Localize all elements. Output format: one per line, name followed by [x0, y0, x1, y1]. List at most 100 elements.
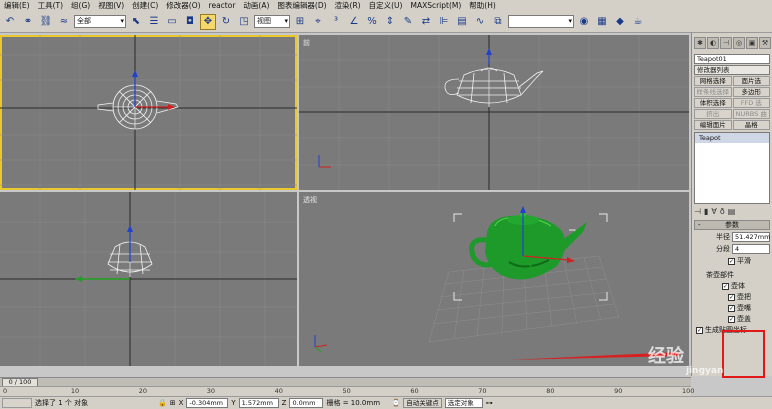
mirror-icon[interactable]: ⇄	[418, 14, 434, 30]
hierarchy-tab-icon[interactable]: ⊣	[720, 37, 732, 49]
unlink-icon[interactable]: ⛓	[38, 14, 54, 30]
track-bar-tick-label: 50	[342, 387, 351, 395]
select-rotate-icon[interactable]: ↻	[218, 14, 234, 30]
viewport-left[interactable]	[0, 192, 297, 366]
part-lid-checkbox[interactable]: ✓ 壶盖	[728, 314, 772, 324]
menu-item[interactable]: 组(G)	[67, 0, 94, 11]
create-tab-icon[interactable]: ✱	[694, 37, 706, 49]
track-bar-tick-label: 0	[3, 387, 8, 395]
parameters-rollout-header[interactable]: 参数	[694, 220, 770, 230]
spinner-snap-icon[interactable]: ⇕	[382, 14, 398, 30]
menu-item[interactable]: 视图(V)	[94, 0, 128, 11]
x-coord-input[interactable]: -0.304mm	[186, 398, 229, 408]
menu-item[interactable]: reactor	[205, 0, 240, 11]
z-coord-input[interactable]: 0.0mm	[289, 398, 324, 408]
spline-select-button[interactable]: 样条线选择	[694, 87, 732, 97]
named-selection-icon[interactable]: ✎	[400, 14, 416, 30]
link-icon[interactable]: ⚭	[20, 14, 36, 30]
stack-item-teapot[interactable]: Teapot	[695, 133, 769, 143]
select-scale-icon[interactable]: ◳	[236, 14, 252, 30]
command-panel: ✱ ◐ ⊣ ◎ ▣ ⚒ Teapot01 修改器列表 网格选择 面片选 样条线选…	[691, 33, 772, 376]
maxscript-listener-mini[interactable]	[2, 398, 32, 408]
named-selection-set-select[interactable]	[508, 15, 574, 28]
menu-item[interactable]: 图表编辑器(D)	[273, 0, 330, 11]
make-unique-icon[interactable]: ∀	[711, 207, 716, 216]
menu-item[interactable]: 创建(C)	[128, 0, 162, 11]
menu-item[interactable]: 工具(T)	[34, 0, 67, 11]
menu-item[interactable]: 自定义(U)	[365, 0, 407, 11]
time-tag-icon[interactable]: ⌚	[391, 399, 400, 407]
display-tab-icon[interactable]: ▣	[746, 37, 758, 49]
part-handle-checkbox[interactable]: ✓ 壶把	[728, 292, 772, 302]
material-editor-icon[interactable]: ◉	[576, 14, 592, 30]
reference-coord-select[interactable]: 视图	[254, 15, 290, 28]
motion-tab-icon[interactable]: ◎	[733, 37, 745, 49]
part-spout-checkbox[interactable]: ✓ 壶嘴	[728, 303, 772, 313]
z-coord-label: Z	[281, 399, 287, 407]
track-bar-tick-label: 70	[478, 387, 487, 395]
radius-input[interactable]: 51.427mm	[732, 232, 770, 242]
pin-stack-icon[interactable]: ⊣	[694, 207, 701, 216]
viewport-perspective[interactable]: 透视	[299, 192, 689, 366]
menu-item[interactable]: 帮助(H)	[465, 0, 500, 11]
pivot-center-icon[interactable]: ⊞	[292, 14, 308, 30]
mesh-select-button[interactable]: 网格选择	[694, 76, 732, 86]
modify-tab-icon[interactable]: ◐	[707, 37, 719, 49]
bind-space-warp-icon[interactable]: ≈	[56, 14, 72, 30]
edit-patch-button[interactable]: 编辑面片	[694, 120, 732, 130]
viewport-front[interactable]: 前	[299, 35, 689, 190]
track-bar[interactable]: 0 10 20 30 40 50 60 70 80 90 100	[0, 386, 694, 396]
viewport-top[interactable]	[0, 35, 297, 190]
auto-key-button[interactable]: 自动关键点	[403, 398, 442, 408]
object-name-field[interactable]: Teapot01	[694, 54, 770, 64]
select-object-icon[interactable]: ⬉	[128, 14, 144, 30]
modifier-list-select[interactable]: 修改器列表	[694, 65, 770, 75]
ffd-select-button[interactable]: FFD 选	[732, 98, 770, 108]
lattice-button[interactable]: 晶格	[732, 120, 770, 130]
y-coord-input[interactable]: 1.572mm	[238, 398, 279, 408]
render-frame-icon[interactable]: ◆	[612, 14, 628, 30]
patch-select-button[interactable]: 面片选	[732, 76, 770, 86]
undo-icon[interactable]: ↶	[2, 14, 18, 30]
extrude-button[interactable]: 挤出	[694, 109, 732, 119]
menu-item[interactable]: 修改器(O)	[162, 0, 204, 11]
volume-select-button[interactable]: 体积选择	[694, 98, 732, 108]
remove-modifier-icon[interactable]: ð	[720, 207, 725, 216]
percent-snap-icon[interactable]: %	[364, 14, 380, 30]
angle-snap-icon[interactable]: ∠	[346, 14, 362, 30]
part-body-checkbox[interactable]: ✓ 壶体	[722, 281, 772, 291]
segments-input[interactable]: 4	[732, 244, 770, 254]
menu-item[interactable]: 动画(A)	[239, 0, 273, 11]
nurbs-button[interactable]: NURBS 曲	[732, 109, 770, 119]
menu-item[interactable]: 编辑(E)	[0, 0, 34, 11]
modifier-stack[interactable]: Teapot	[694, 132, 770, 204]
utilities-tab-icon[interactable]: ⚒	[759, 37, 771, 49]
track-bar-tick-label: 10	[70, 387, 80, 395]
rect-select-icon[interactable]: ▭	[164, 14, 180, 30]
absolute-mode-icon[interactable]: ⊞	[170, 399, 176, 407]
select-by-name-icon[interactable]: ☰	[146, 14, 162, 30]
select-manipulate-icon[interactable]: ⌖	[310, 14, 326, 30]
smooth-checkbox[interactable]: ✓ 平滑	[728, 256, 772, 266]
align-icon[interactable]: ⊫	[436, 14, 452, 30]
key-filter-select[interactable]: 选定对象	[444, 398, 483, 408]
window-crossing-icon[interactable]: ◘	[182, 14, 198, 30]
quick-render-icon[interactable]: ☕	[630, 14, 646, 30]
select-move-icon[interactable]: ✥	[200, 13, 216, 30]
layer-manager-icon[interactable]: ▤	[454, 14, 470, 30]
menu-item[interactable]: 渲染(R)	[331, 0, 365, 11]
track-bar-tick-label: 80	[546, 387, 555, 395]
configure-sets-icon[interactable]: ▤	[728, 207, 736, 216]
render-setup-icon[interactable]: ▦	[594, 14, 610, 30]
status-bar: 选择了 1 个 对象 🔒 ⊞ X -0.304mm Y 1.572mm Z 0.…	[0, 396, 772, 409]
set-key-icon[interactable]: ⊶	[486, 399, 493, 407]
snap-3d-icon[interactable]: ³	[328, 14, 344, 30]
selection-filter-select[interactable]: 全部	[74, 15, 126, 28]
lock-selection-icon[interactable]: 🔒	[158, 399, 167, 407]
show-end-result-icon[interactable]: ▮	[704, 207, 708, 216]
schematic-view-icon[interactable]: ⧉	[490, 14, 506, 30]
curve-editor-icon[interactable]: ∿	[472, 14, 488, 30]
time-slider[interactable]: 0 / 100	[0, 377, 691, 387]
poly-select-button[interactable]: 多边形	[732, 87, 770, 97]
menu-item[interactable]: MAXScript(M)	[406, 0, 465, 11]
